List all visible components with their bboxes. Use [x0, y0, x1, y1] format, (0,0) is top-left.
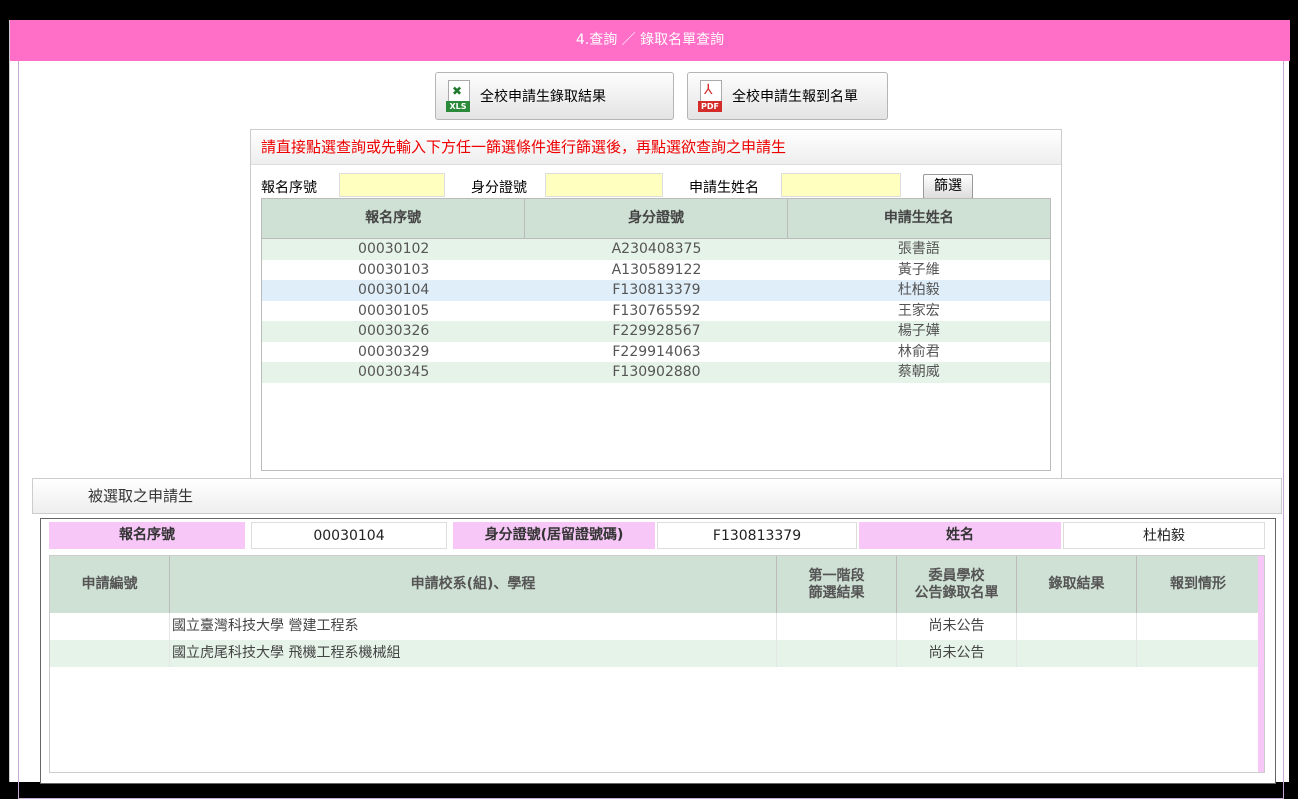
table-row[interactable]: 00030329 F229914063 林俞君 [262, 342, 1050, 363]
application-row: 國立虎尾科技大學 飛機工程系機械組 尚未公告 [50, 640, 1264, 667]
table-row[interactable]: 00030326 F229928567 楊子嬅 [262, 321, 1050, 342]
col-registration-status: 報到情形 [1170, 576, 1226, 593]
reg-no-label: 報名序號 [261, 180, 317, 196]
col-stage-one-result: 第一階段 篩選結果 [777, 556, 897, 613]
detail-id-no-label: 身分證號(居留證號碼) [453, 522, 655, 549]
table-row[interactable]: 00030345 F130902880 蔡朝威 [262, 362, 1050, 383]
xls-file-icon: ✖ XLS [446, 80, 470, 112]
table-row[interactable]: 00030102 A230408375 張書語 [262, 239, 1050, 260]
application-row: 國立臺灣科技大學 營建工程系 尚未公告 [50, 613, 1264, 640]
filter-bar: 報名序號 身分證號 申請生姓名 篩選 [251, 173, 1061, 199]
col-department: 申請校系(組)、學程 [170, 556, 777, 613]
selected-applicant-section-title: 被選取之申請生 [32, 478, 1282, 514]
results-body: 00030102 A230408375 張書語 00030103 A130589122… [262, 239, 1050, 383]
table-row[interactable]: 00030105 F130765592 王家宏 [262, 301, 1050, 322]
col-app-no: 申請編號 [50, 556, 170, 613]
col-id-no: 身分證號 [525, 199, 788, 238]
id-no-input[interactable] [545, 173, 663, 197]
col-announced-list: 委員學校 公告錄取名單 [897, 556, 1017, 613]
results-header: 報名序號 身分證號 申請生姓名 [262, 199, 1050, 239]
export-xls-label: 全校申請生錄取結果 [480, 89, 606, 105]
table-right-border [1258, 556, 1264, 772]
detail-name-label: 姓名 [859, 522, 1061, 549]
applications-table: 申請編號 申請校系(組)、學程 第一階段 篩選結果 委員學校 公告錄取名單 錄取… [49, 555, 1265, 773]
applicant-name-input[interactable] [781, 173, 901, 197]
applicant-results-table: 報名序號 身分證號 申請生姓名 00030102 A230408375 張書語 00… [261, 198, 1051, 471]
main-window: 4.查詢 ／ 錄取名單查詢 ✖ XLS 全校申請生錄取結果 ⅄ PDF 全校申請… [9, 20, 1290, 799]
search-instruction: 請直接點選查詢或先輸入下方任一篩選條件進行篩選後，再點選欲查詢之申請生 [251, 130, 1061, 165]
export-pdf-label: 全校申請生報到名單 [732, 89, 858, 105]
applicant-name-label: 申請生姓名 [689, 180, 759, 196]
id-no-label: 身分證號 [471, 180, 527, 196]
col-reg-no: 報名序號 [262, 199, 526, 238]
filter-button[interactable]: 篩選 [923, 174, 973, 199]
detail-id-no-value: F130813379 [657, 522, 857, 549]
detail-reg-no-value: 00030104 [251, 522, 447, 549]
search-panel: 請直接點選查詢或先輸入下方任一篩選條件進行篩選後，再點選欲查詢之申請生 報名序號… [250, 129, 1062, 479]
table-row-selected[interactable]: 00030104 F130813379 杜柏毅 [262, 280, 1050, 301]
col-applicant-name: 申請生姓名 [883, 210, 954, 226]
applications-header: 申請編號 申請校系(組)、學程 第一階段 篩選結果 委員學校 公告錄取名單 錄取… [50, 556, 1264, 613]
col-admission-result: 錄取結果 [1017, 556, 1137, 613]
export-pdf-button[interactable]: ⅄ PDF 全校申請生報到名單 [687, 72, 888, 120]
table-row[interactable]: 00030103 A130589122 黃子維 [262, 260, 1050, 281]
pdf-file-icon: ⅄ PDF [698, 80, 722, 112]
page-title: 4.查詢 ／ 錄取名單查詢 [10, 20, 1290, 61]
reg-no-input[interactable] [339, 173, 445, 197]
detail-name-value: 杜柏毅 [1063, 522, 1265, 549]
export-xls-button[interactable]: ✖ XLS 全校申請生錄取結果 [435, 72, 674, 120]
selected-applicant-detail: 報名序號 00030104 身分證號(居留證號碼) F130813379 姓名 … [40, 518, 1276, 784]
detail-reg-no-label: 報名序號 [49, 522, 245, 549]
